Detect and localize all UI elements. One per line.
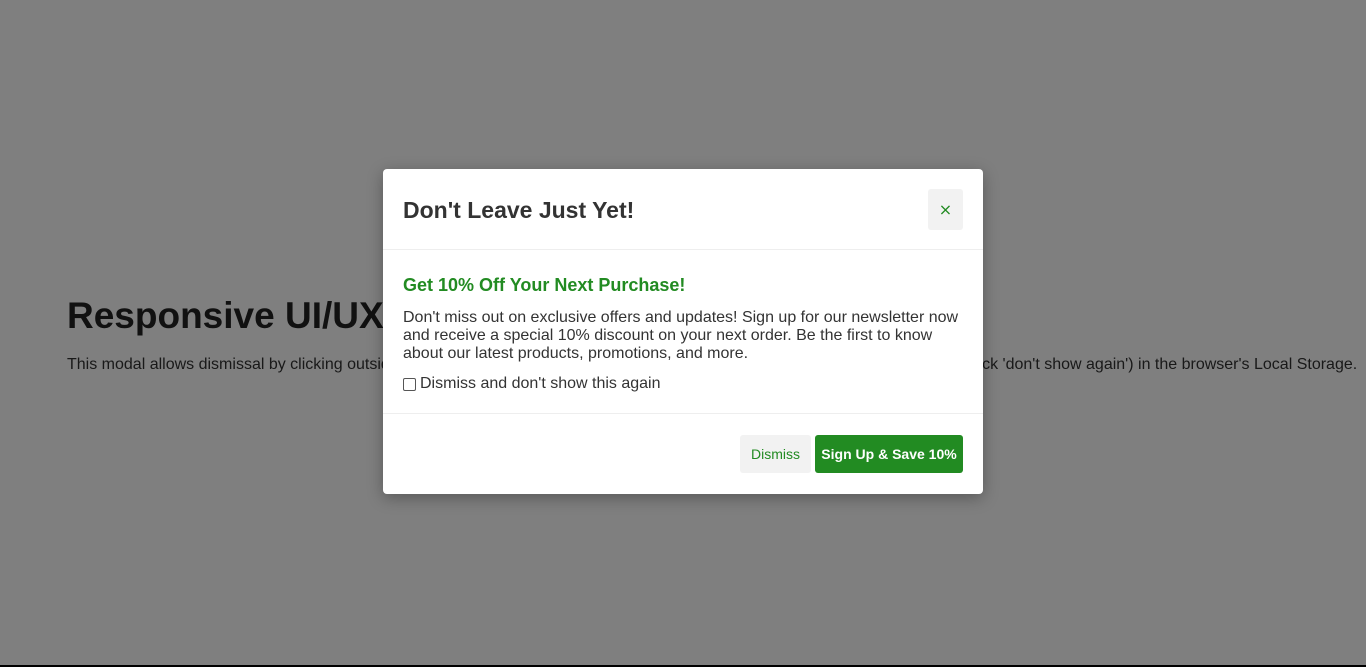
modal-header: Don't Leave Just Yet! × bbox=[383, 169, 983, 250]
close-button[interactable]: × bbox=[928, 189, 963, 230]
newsletter-modal: Don't Leave Just Yet! × Get 10% Off Your… bbox=[383, 169, 983, 494]
dont-show-again-checkbox[interactable] bbox=[403, 377, 416, 391]
modal-title: Don't Leave Just Yet! bbox=[403, 197, 635, 223]
offer-text: Don't miss out on exclusive offers and u… bbox=[403, 309, 959, 362]
dismiss-button[interactable]: Dismiss bbox=[740, 435, 811, 473]
offer-title: Get 10% Off Your Next Purchase! bbox=[403, 275, 686, 295]
dont-show-again-label: Dismiss and don't show this again bbox=[420, 375, 661, 392]
modal-body: Get 10% Off Your Next Purchase! Don't mi… bbox=[383, 250, 983, 414]
modal-footer: Dismiss Sign Up & Save 10% bbox=[383, 414, 983, 494]
dont-show-again-row[interactable]: Dismiss and don't show this again bbox=[403, 374, 661, 394]
signup-button[interactable]: Sign Up & Save 10% bbox=[815, 435, 963, 473]
close-icon: × bbox=[938, 200, 953, 219]
